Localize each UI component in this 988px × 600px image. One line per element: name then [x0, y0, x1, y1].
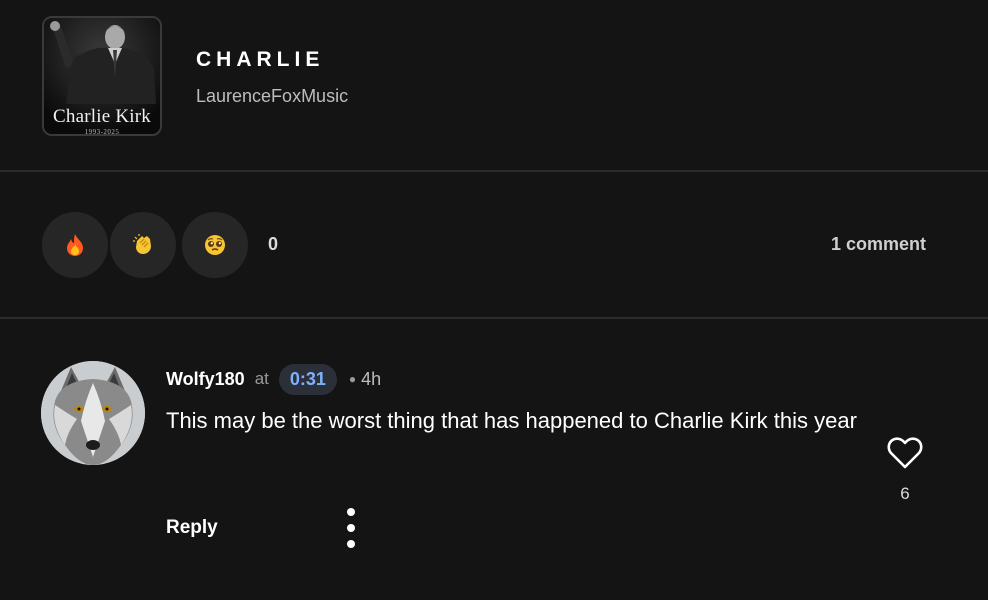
track-title: CHARLIE	[196, 48, 325, 71]
reaction-pleading-face-button[interactable]	[180, 210, 250, 280]
more-dots-icon	[347, 508, 355, 516]
reply-button[interactable]: Reply	[166, 517, 218, 539]
like-count: 6	[900, 484, 910, 503]
reaction-clap-button[interactable]	[108, 210, 178, 280]
more-options-button[interactable]	[341, 508, 361, 548]
clap-icon	[133, 234, 151, 254]
heart-icon	[887, 437, 923, 469]
comment-meta: Wolfy180 at 0:31 ● 4h	[166, 362, 381, 396]
fire-icon	[67, 234, 83, 256]
comment-body: This may be the worst thing that has hap…	[166, 408, 857, 433]
separator-dot: ●	[348, 372, 357, 386]
like-button[interactable]	[886, 435, 924, 471]
reaction-fire-button[interactable]	[40, 210, 110, 280]
more-dots-icon	[347, 540, 355, 548]
reaction-count: 0	[268, 234, 279, 254]
track-artist-link[interactable]: LaurenceFoxMusic	[196, 86, 348, 107]
divider	[0, 170, 988, 172]
track-header: Charlie Kirk 1993-2025 CHARLIE LaurenceF…	[0, 0, 988, 172]
comment-username-link[interactable]: Wolfy180	[166, 369, 245, 390]
comment-count-link[interactable]: 1 comment	[831, 234, 926, 255]
more-dots-icon	[347, 524, 355, 532]
comment-at-label: at	[254, 369, 269, 388]
comment-age: 4h	[361, 368, 382, 389]
avatar[interactable]	[41, 361, 145, 465]
artwork-years-text: 1993-2025	[84, 128, 120, 136]
comment-timestamp-link[interactable]: 0:31	[278, 363, 337, 395]
track-artwork[interactable]: Charlie Kirk 1993-2025	[42, 16, 162, 136]
divider	[0, 317, 988, 319]
artwork-name-text: Charlie Kirk	[53, 106, 151, 127]
pleading-face-icon	[205, 235, 225, 255]
wolf-avatar-image	[41, 361, 145, 465]
